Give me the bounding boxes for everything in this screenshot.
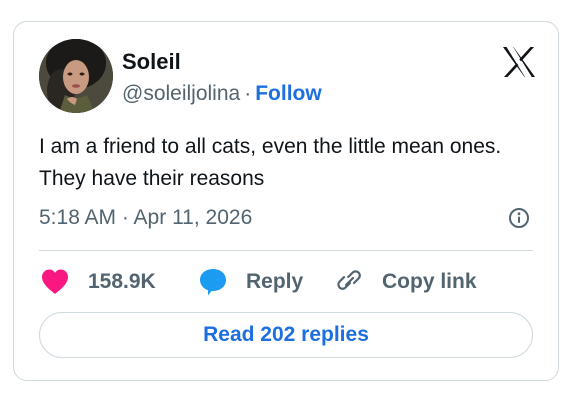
author-handle[interactable]: @soleiljolina bbox=[122, 82, 240, 105]
tweet-card: Soleil @soleiljolina · Follow I am a frien… bbox=[13, 21, 559, 381]
avatar[interactable] bbox=[39, 39, 113, 113]
like-count: 158.9K bbox=[88, 270, 156, 293]
x-logo-icon[interactable] bbox=[502, 46, 536, 78]
speech-bubble-icon bbox=[200, 269, 226, 296]
reply-button[interactable]: Reply bbox=[198, 265, 303, 299]
avatar-image bbox=[39, 39, 113, 113]
reply-label: Reply bbox=[246, 270, 304, 293]
follow-button[interactable]: Follow bbox=[255, 82, 322, 105]
like-button[interactable]: 158.9K bbox=[40, 265, 156, 299]
copy-link-label: Copy link bbox=[382, 270, 477, 293]
divider bbox=[39, 250, 533, 251]
read-replies-button[interactable]: Read 202 replies bbox=[39, 312, 533, 358]
copy-link-button[interactable]: Copy link bbox=[334, 265, 477, 299]
author-handle-row: @soleiljolina · Follow bbox=[122, 81, 322, 107]
author-name[interactable]: Soleil bbox=[122, 50, 181, 74]
tweet-text: I am a friend to all cats, even the litt… bbox=[39, 135, 502, 190]
link-icon bbox=[337, 270, 361, 290]
info-icon[interactable] bbox=[508, 207, 530, 229]
separator-dot: · bbox=[244, 82, 252, 105]
tweet-timestamp[interactable]: 5:18 AM · Apr 11, 2026 bbox=[39, 205, 252, 231]
heart-icon bbox=[42, 269, 68, 294]
